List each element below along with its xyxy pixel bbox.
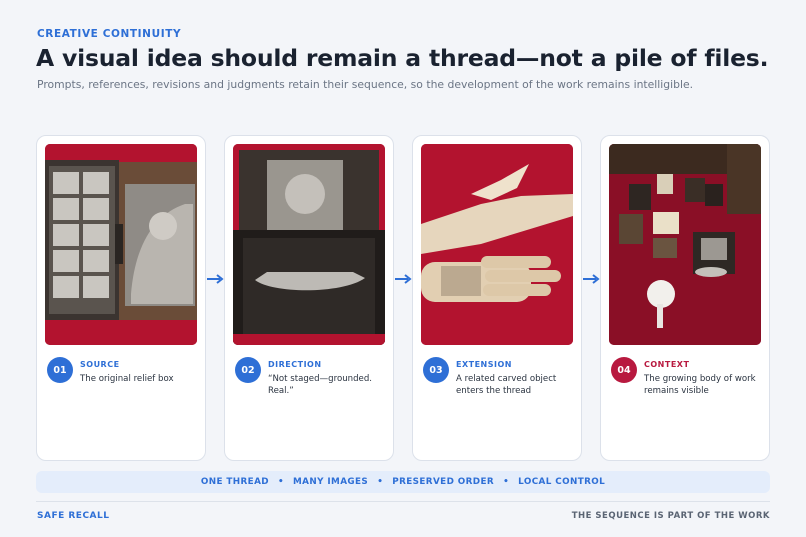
step-card-source[interactable]: 01 SOURCE The original relief box bbox=[36, 135, 206, 461]
step-number-badge: 01 bbox=[47, 357, 73, 383]
step-description: The original relief box bbox=[80, 374, 174, 384]
step-description: A related carved object enters the threa… bbox=[456, 374, 557, 396]
separator-dot: • bbox=[503, 477, 510, 487]
footer-right-label: THE SEQUENCE IS PART OF THE WORK bbox=[571, 511, 770, 521]
step-description: The growing body of work remains visible bbox=[644, 374, 756, 396]
arrow-right-icon bbox=[583, 274, 600, 284]
step-number-badge: 04 bbox=[611, 357, 637, 383]
step-label: EXTENSION bbox=[456, 360, 512, 369]
separator-dot: • bbox=[377, 477, 384, 487]
step-number-badge: 03 bbox=[423, 357, 449, 383]
arrow-right-icon bbox=[395, 274, 412, 284]
subtitle: Prompts, references, revisions and judgm… bbox=[37, 78, 694, 91]
footer-left-label: SAFE RECALL bbox=[37, 511, 110, 521]
arrow-right-icon bbox=[207, 274, 224, 284]
step-label: CONTEXT bbox=[644, 360, 690, 369]
collection-table-photo bbox=[609, 144, 761, 345]
footer-divider bbox=[36, 501, 770, 502]
open-box-boat-photo bbox=[233, 144, 385, 345]
step-card-context[interactable]: 04 CONTEXT The growing body of work rema… bbox=[600, 135, 770, 461]
principle-item: LOCAL CONTROL bbox=[518, 477, 606, 487]
page-title: A visual idea should remain a thread—not… bbox=[36, 44, 769, 72]
relief-box-photo bbox=[45, 144, 197, 345]
eyebrow: CREATIVE CONTINUITY bbox=[37, 28, 182, 40]
step-label: SOURCE bbox=[80, 360, 120, 369]
carved-hand-photo bbox=[421, 144, 573, 345]
step-card-direction[interactable]: 02 DIRECTION “Not staged—grounded. Real.… bbox=[224, 135, 394, 461]
principle-item: PRESERVED ORDER bbox=[392, 477, 495, 487]
principle-item: ONE THREAD bbox=[200, 477, 269, 487]
separator-dot: • bbox=[277, 477, 285, 487]
step-number-badge: 02 bbox=[235, 357, 261, 383]
step-description: “Not staged—grounded. Real.” bbox=[268, 374, 373, 396]
step-card-extension[interactable]: 03 EXTENSION A related carved object ent… bbox=[412, 135, 582, 461]
principles-bar: ONE THREAD • MANY IMAGES • PRESERVED ORD… bbox=[36, 471, 770, 493]
step-label: DIRECTION bbox=[268, 360, 322, 369]
principle-item: MANY IMAGES bbox=[293, 477, 369, 487]
